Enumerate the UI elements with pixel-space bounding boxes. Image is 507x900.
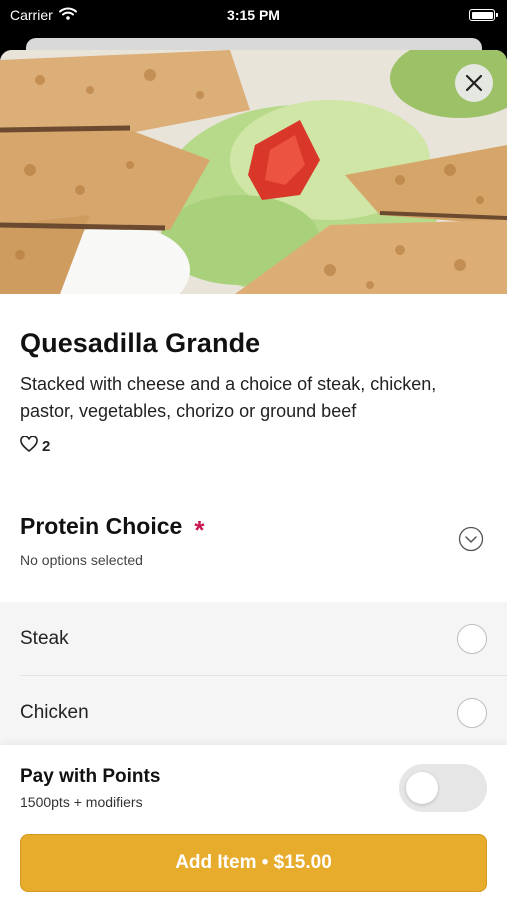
close-button[interactable] <box>455 64 493 102</box>
points-text: Pay with Points 1500pts + modifiers <box>20 766 160 810</box>
wifi-icon <box>58 7 77 23</box>
points-subtitle: 1500pts + modifiers <box>20 794 143 810</box>
required-indicator: * <box>194 515 205 545</box>
option-radio[interactable] <box>457 623 487 654</box>
like-count: 2 <box>42 437 51 455</box>
modifier-group-name: Protein Choice <box>20 512 183 539</box>
battery-icon <box>469 9 498 21</box>
checkout-panel: Pay with Points 1500pts + modifiers Add … <box>0 745 507 900</box>
option-row-steak[interactable]: Steak <box>20 602 507 676</box>
option-radio[interactable] <box>457 697 487 728</box>
option-label: Chicken <box>20 701 89 723</box>
close-icon <box>465 74 483 92</box>
modifier-group-title: Protein Choice * <box>20 512 205 545</box>
like-button[interactable]: 2 <box>20 435 487 456</box>
status-bar: Carrier 3:15 PM <box>0 0 507 30</box>
heart-icon <box>20 435 38 456</box>
item-info: Quesadilla Grande Stacked with cheese an… <box>0 328 507 456</box>
modifier-group-text: Protein Choice * No options selected <box>20 512 205 569</box>
points-title: Pay with Points <box>20 766 161 787</box>
chevron-down-icon[interactable] <box>458 526 484 557</box>
toggle-knob <box>406 772 438 804</box>
carrier-label: Carrier <box>10 7 53 23</box>
add-item-button[interactable]: Add Item • $15.00 <box>20 834 487 892</box>
status-left: Carrier <box>10 7 77 23</box>
option-label: Steak <box>20 627 69 649</box>
option-row-chicken[interactable]: Chicken <box>20 676 507 750</box>
item-description: Stacked with cheese and a choice of stea… <box>20 374 437 421</box>
pay-with-points-row: Pay with Points 1500pts + modifiers <box>20 745 487 831</box>
item-photo <box>0 50 507 294</box>
modifier-group-subtitle: No options selected <box>20 552 143 568</box>
pay-with-points-toggle[interactable] <box>399 764 487 812</box>
modifier-options-list: Steak Chicken <box>0 602 507 750</box>
item-title: Quesadilla Grande <box>20 328 261 358</box>
modifier-group-header[interactable]: Protein Choice * No options selected <box>0 512 507 602</box>
